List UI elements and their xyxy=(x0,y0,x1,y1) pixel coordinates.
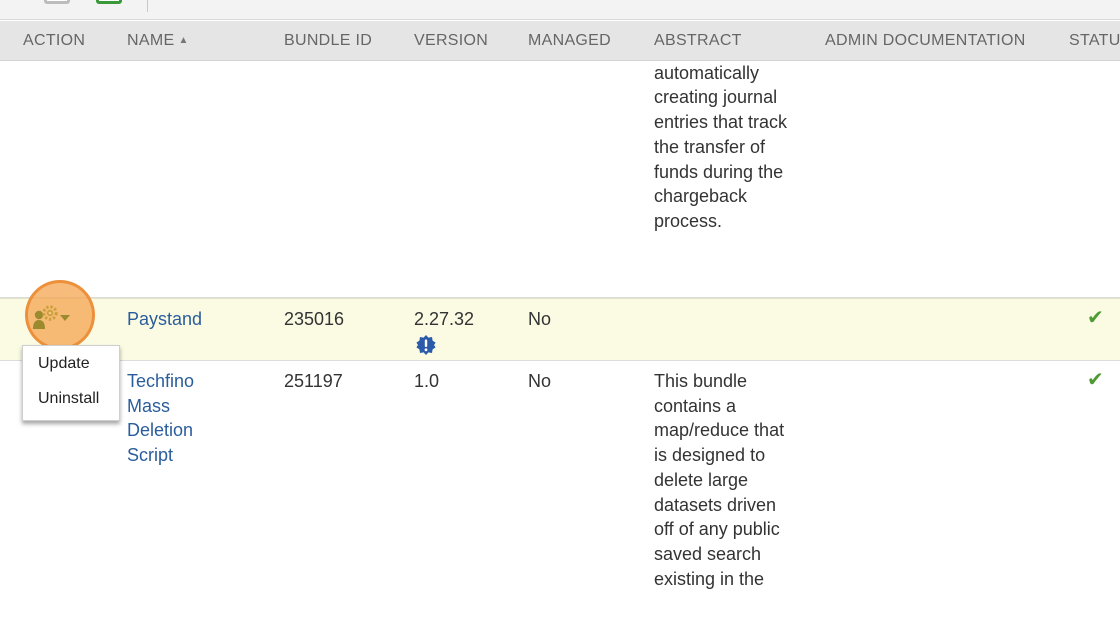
column-header-managed[interactable]: MANAGED xyxy=(528,32,611,50)
menu-item-uninstall[interactable]: Uninstall xyxy=(38,390,99,408)
version-cell: 2.27.32 xyxy=(414,307,475,355)
checkmark-icon: ✔ xyxy=(1087,307,1104,329)
version-cell: 1.0 xyxy=(414,371,440,391)
table-body: payments by automatically creating journ… xyxy=(0,62,1120,630)
column-header-name-label: NAME xyxy=(127,32,175,49)
export-excel-icon[interactable] xyxy=(96,0,122,4)
column-header-abstract[interactable]: ABSTRACT xyxy=(654,32,742,50)
abstract-cell: This bundle contains a map/reduce that i… xyxy=(654,371,785,589)
version-value: 2.27.32 xyxy=(414,309,475,329)
menu-item-update[interactable]: Update xyxy=(38,355,90,373)
bundle-name-link[interactable]: Techfino Mass Deletion Script xyxy=(127,369,237,468)
column-header-version[interactable]: VERSION xyxy=(414,32,488,50)
action-dropdown-menu: Update Uninstall xyxy=(22,345,120,421)
bundle-id-cell: 235016 xyxy=(284,309,345,329)
bundle-id-cell: 251197 xyxy=(284,371,343,391)
column-header-bundle-id[interactable]: BUNDLE ID xyxy=(284,32,372,50)
action-gear-menu-icon[interactable] xyxy=(32,305,74,331)
column-header-name[interactable]: NAME ▲ xyxy=(127,32,189,50)
update-available-icon[interactable] xyxy=(415,334,437,356)
managed-cell: No xyxy=(528,371,552,391)
managed-cell: No xyxy=(528,309,552,329)
table-row: payments by automatically creating journ… xyxy=(0,62,1120,298)
column-header-action: ACTION xyxy=(23,32,86,49)
toolbar-divider xyxy=(147,0,148,12)
print-icon[interactable] xyxy=(44,0,70,4)
toolbar xyxy=(0,0,1120,20)
column-header-status[interactable]: STATUS xyxy=(1069,32,1120,50)
sort-ascending-icon: ▲ xyxy=(178,35,189,46)
abstract-cell: payments by automatically creating journ… xyxy=(654,62,788,231)
checkmark-icon: ✔ xyxy=(1087,369,1104,391)
table-row: Paystand 235016 2.27.32 No ✔ xyxy=(0,298,1120,361)
column-header-admin-documentation[interactable]: ADMIN DOCUMENTATION xyxy=(825,32,1026,50)
table-header: ACTION NAME ▲ BUNDLE ID VERSION MANAGED A… xyxy=(0,21,1120,61)
bundle-name-link[interactable]: Paystand xyxy=(127,307,237,332)
table-row: Techfino Mass Deletion Script 251197 1.0… xyxy=(0,361,1120,630)
